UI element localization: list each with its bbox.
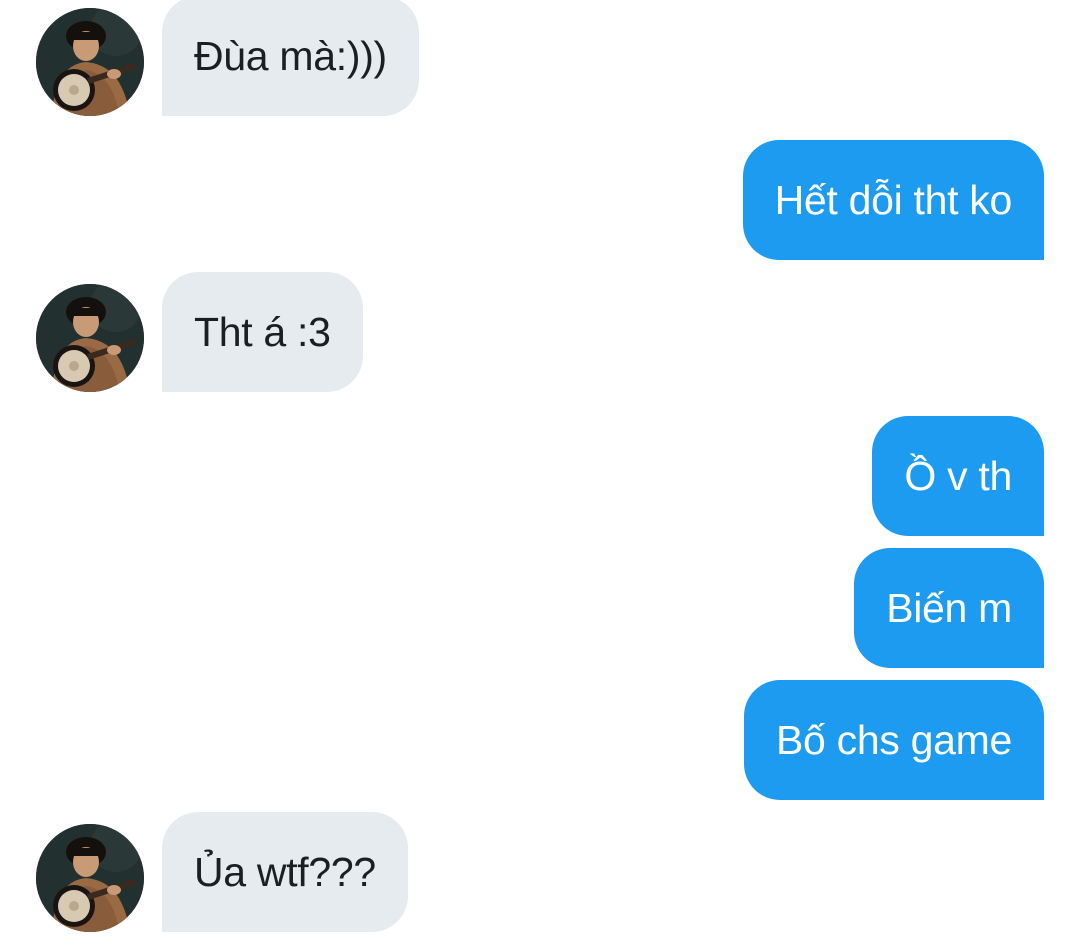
message-text: Hết dỗi tht ko (774, 176, 1013, 223)
avatar[interactable] (36, 824, 144, 932)
message-text: Đùa mà:))) (194, 32, 387, 79)
message-bubble-outgoing[interactable]: Ồ v th (872, 416, 1044, 536)
avatar[interactable] (36, 8, 144, 116)
message-bubble-incoming[interactable]: Đùa mà:))) (162, 0, 419, 116)
message-bubble-outgoing[interactable]: Hết dỗi tht ko (742, 140, 1044, 260)
message-text: Ồ v th (904, 452, 1012, 499)
message-bubble-outgoing[interactable]: Biến m (854, 548, 1044, 668)
message-bubble-incoming[interactable]: Ủa wtf??? (162, 812, 408, 932)
message-bubble-incoming[interactable]: Tht á :3 (162, 272, 363, 392)
message-text: Bố chs game (776, 716, 1012, 763)
message-text: Tht á :3 (194, 308, 331, 355)
avatar-photo-icon (36, 8, 144, 116)
message-text: Biến m (886, 584, 1012, 631)
avatar[interactable] (36, 284, 144, 392)
avatar-photo-icon (36, 824, 144, 932)
avatar-photo-icon (36, 284, 144, 392)
message-bubble-outgoing[interactable]: Bố chs game (744, 680, 1044, 800)
message-text: Ủa wtf??? (194, 848, 376, 895)
